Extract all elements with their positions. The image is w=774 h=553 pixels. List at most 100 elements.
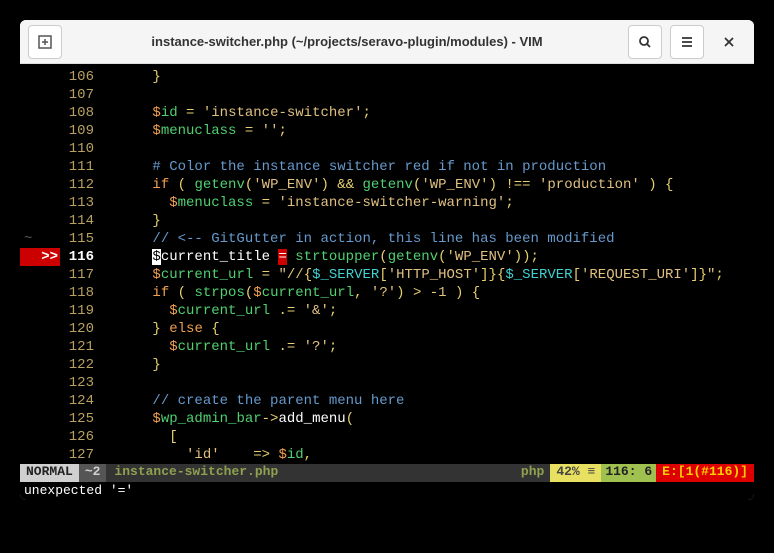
terminal-window: instance-switcher.php (~/projects/seravo… — [20, 20, 754, 500]
gutter-sign — [20, 338, 60, 356]
line-number: 108 — [60, 104, 102, 122]
code-line: 126 [ — [20, 428, 754, 446]
new-tab-button[interactable] — [28, 25, 62, 59]
code-content: $current_url = "//{$_SERVER['HTTP_HOST']… — [102, 266, 754, 284]
code-content: if ( getenv('WP_ENV') && getenv('WP_ENV'… — [102, 176, 754, 194]
code-content: } else { — [102, 320, 754, 338]
gutter-sign — [20, 392, 60, 410]
close-button[interactable] — [712, 25, 746, 59]
close-icon — [721, 34, 737, 50]
status-error: E:[1(#116)] — [656, 464, 754, 482]
code-line: 110 — [20, 140, 754, 158]
titlebar: instance-switcher.php (~/projects/seravo… — [20, 20, 754, 64]
code-content: $current_url .= '&'; — [102, 302, 754, 320]
statusline: NORMAL ~2 instance-switcher.php php 42% … — [20, 464, 754, 482]
git-branch-indicator: ~2 — [79, 464, 107, 482]
vim-editor[interactable]: 106 }107108 $id = 'instance-switcher';10… — [20, 64, 754, 464]
gutter-sign — [20, 158, 60, 176]
status-filetype: php — [515, 464, 550, 482]
gutter-sign — [20, 176, 60, 194]
code-line: 127 'id' => $id, — [20, 446, 754, 464]
code-content: $menuclass = 'instance-switcher-warning'… — [102, 194, 754, 212]
line-number: 107 — [60, 86, 102, 104]
code-content: 'id' => $id, — [102, 446, 754, 464]
line-number: 113 — [60, 194, 102, 212]
code-content: } — [102, 212, 754, 230]
code-content: // <-- GitGutter in action, this line ha… — [102, 230, 754, 248]
gutter-sign — [20, 212, 60, 230]
code-line: 107 — [20, 86, 754, 104]
code-line: 106 } — [20, 68, 754, 86]
code-line: 114 } — [20, 212, 754, 230]
code-line: 109 $menuclass = ''; — [20, 122, 754, 140]
code-content: // create the parent menu here — [102, 392, 754, 410]
plus-box-icon — [37, 34, 53, 50]
code-content: $id = 'instance-switcher'; — [102, 104, 754, 122]
code-line: 113 $menuclass = 'instance-switcher-warn… — [20, 194, 754, 212]
code-content: # Color the instance switcher red if not… — [102, 158, 754, 176]
gutter-sign — [20, 320, 60, 338]
line-number: 127 — [60, 446, 102, 464]
gutter-sign — [20, 68, 60, 86]
code-content — [102, 140, 754, 158]
code-content: if ( strpos($current_url, '?') > -1 ) { — [102, 284, 754, 302]
line-number: 116 — [60, 248, 102, 266]
code-content: $wp_admin_bar->add_menu( — [102, 410, 754, 428]
gutter-sign — [20, 446, 60, 464]
status-percent: 42% ≡ — [550, 464, 601, 482]
code-line: 112 if ( getenv('WP_ENV') && getenv('WP_… — [20, 176, 754, 194]
gutter-sign — [20, 140, 60, 158]
line-number: 125 — [60, 410, 102, 428]
line-number: 123 — [60, 374, 102, 392]
code-line: 125 $wp_admin_bar->add_menu( — [20, 410, 754, 428]
code-content: } — [102, 356, 754, 374]
search-button[interactable] — [628, 25, 662, 59]
menu-button[interactable] — [670, 25, 704, 59]
code-content: } — [102, 68, 754, 86]
code-content — [102, 86, 754, 104]
window-title: instance-switcher.php (~/projects/seravo… — [66, 34, 628, 49]
code-line: 118 if ( strpos($current_url, '?') > -1 … — [20, 284, 754, 302]
gutter-sign — [20, 86, 60, 104]
gutter-sign — [20, 104, 60, 122]
code-line: ~115 // <-- GitGutter in action, this li… — [20, 230, 754, 248]
gutter-sign — [20, 122, 60, 140]
line-number: 119 — [60, 302, 102, 320]
line-number: 114 — [60, 212, 102, 230]
code-content: $current_title = strtoupper(getenv('WP_E… — [102, 248, 754, 266]
code-content: $menuclass = ''; — [102, 122, 754, 140]
vim-cmdline: unexpected '=' — [20, 482, 754, 500]
code-content: $current_url .= '?'; — [102, 338, 754, 356]
code-line: 122 } — [20, 356, 754, 374]
code-line: 120 } else { — [20, 320, 754, 338]
line-number: 118 — [60, 284, 102, 302]
code-line: 111 # Color the instance switcher red if… — [20, 158, 754, 176]
code-content: [ — [102, 428, 754, 446]
line-number: 121 — [60, 338, 102, 356]
gutter-sign: >> — [20, 248, 60, 266]
code-line: 123 — [20, 374, 754, 392]
hamburger-icon — [679, 34, 695, 50]
gutter-sign — [20, 302, 60, 320]
line-number: 115 — [60, 230, 102, 248]
code-line: 108 $id = 'instance-switcher'; — [20, 104, 754, 122]
gutter-sign — [20, 356, 60, 374]
vim-mode: NORMAL — [20, 464, 79, 482]
line-number: 110 — [60, 140, 102, 158]
line-number: 111 — [60, 158, 102, 176]
line-number: 126 — [60, 428, 102, 446]
line-number: 117 — [60, 266, 102, 284]
line-number: 106 — [60, 68, 102, 86]
line-number: 109 — [60, 122, 102, 140]
gutter-sign — [20, 410, 60, 428]
code-line: >>116 $current_title = strtoupper(getenv… — [20, 248, 754, 266]
line-number: 122 — [60, 356, 102, 374]
code-line: 119 $current_url .= '&'; — [20, 302, 754, 320]
code-line: 117 $current_url = "//{$_SERVER['HTTP_HO… — [20, 266, 754, 284]
gutter-sign — [20, 374, 60, 392]
status-filename: instance-switcher.php — [106, 464, 514, 482]
code-line: 121 $current_url .= '?'; — [20, 338, 754, 356]
gutter-sign — [20, 266, 60, 284]
gutter-sign: ~ — [20, 230, 60, 248]
line-number: 112 — [60, 176, 102, 194]
